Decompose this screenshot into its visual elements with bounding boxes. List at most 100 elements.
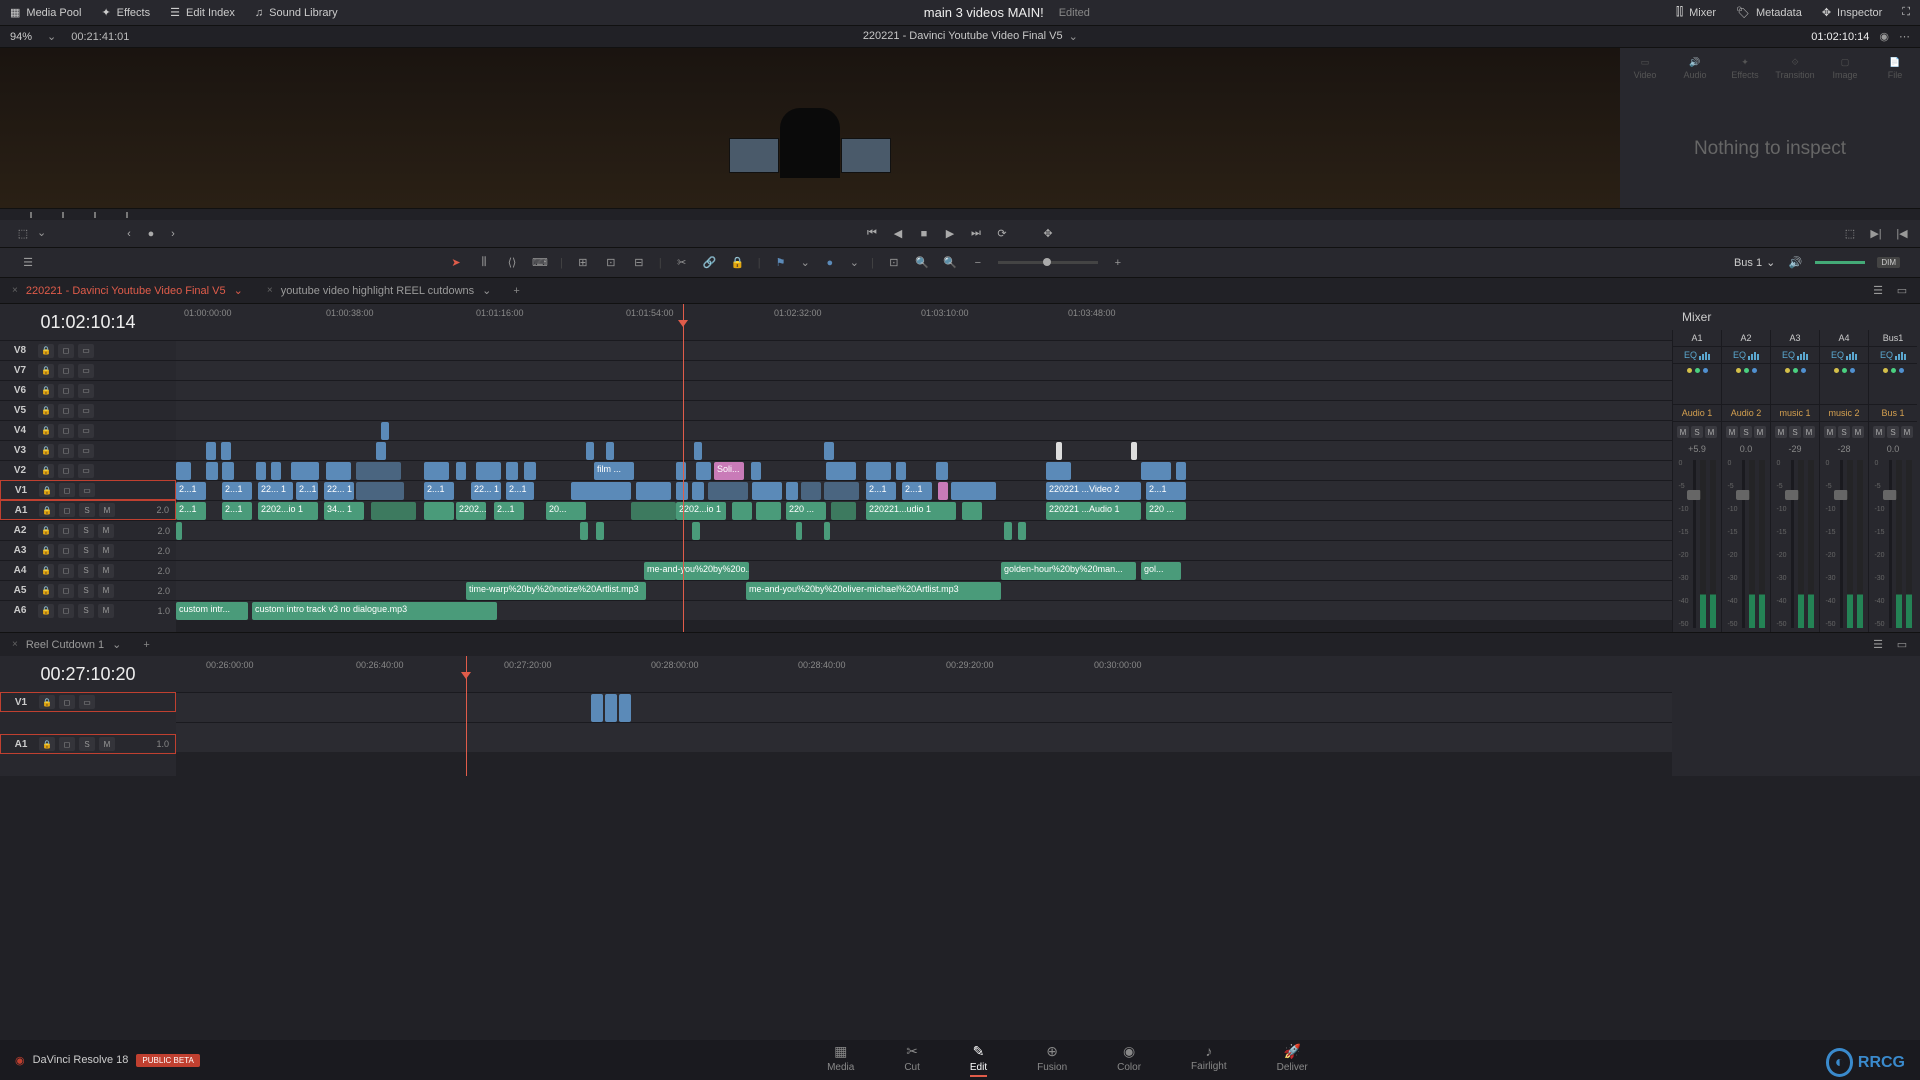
mixer-pan-area[interactable] (1879, 364, 1908, 404)
chevron-down-icon[interactable]: ⌄ (234, 284, 243, 297)
auto-select-icon[interactable]: ◻ (58, 344, 74, 358)
disable-icon[interactable]: ▭ (78, 364, 94, 378)
track-a5[interactable]: time-warp%20by%20notize%20Artlist.mp3 me… (176, 580, 1672, 600)
clip[interactable]: 2...1 (222, 502, 252, 520)
solo-button[interactable]: S (78, 584, 94, 598)
auto-select-icon[interactable]: ◻ (59, 695, 75, 709)
lower-ruler[interactable]: 00:26:00:00 00:26:40:00 00:27:20:00 00:2… (176, 656, 1672, 692)
clip[interactable] (824, 442, 834, 460)
loop-button[interactable]: ⟳ (993, 227, 1011, 241)
clip[interactable] (831, 502, 856, 520)
track-header-a6[interactable]: A6🔒◻SM1.0 (0, 600, 176, 620)
clip[interactable]: 22... 1 (471, 482, 501, 500)
clip[interactable] (1141, 462, 1171, 480)
track-v1[interactable]: 2...1 2...1 22... 1 2...1 22... 1 2...1 … (176, 480, 1672, 500)
clip[interactable] (676, 482, 688, 500)
clip[interactable] (1046, 462, 1071, 480)
mixer-pan-area[interactable] (1683, 364, 1712, 404)
clip[interactable]: 220221 ...Audio 1 (1046, 502, 1141, 520)
clip[interactable] (376, 442, 386, 460)
record-button[interactable]: M (1901, 426, 1913, 438)
inspector-tab-image[interactable]: ▢Image (1820, 48, 1870, 88)
clip[interactable]: 2...1 (866, 482, 896, 500)
mixer-strip-A1[interactable]: A1 EQ Audio 1 MSM +5.9 0-5-10-15-20-30-4… (1672, 330, 1721, 632)
track-header-a3[interactable]: A3🔒◻SM2.0 (0, 540, 176, 560)
clip[interactable]: 20... (546, 502, 586, 520)
track-a6[interactable]: custom intr... custom intro track v3 no … (176, 600, 1672, 620)
clip[interactable] (586, 442, 594, 460)
zoom-custom-icon[interactable]: 🔍 (942, 255, 958, 271)
clip[interactable] (636, 482, 671, 500)
clip[interactable] (824, 522, 830, 540)
ruler[interactable]: 01:00:00:00 01:00:38:00 01:01:16:00 01:0… (176, 304, 1672, 340)
lock-icon[interactable]: 🔒 (39, 483, 55, 497)
auto-select-icon[interactable]: ◻ (58, 564, 74, 578)
mixer-strip-A2[interactable]: A2 EQ Audio 2 MSM 0.0 0-5-10-15-20-30-40… (1721, 330, 1770, 632)
lower-tab-1[interactable]: × Reel Cutdown 1 ⌄ (0, 633, 133, 656)
mute-button[interactable]: M (98, 544, 114, 558)
replace-clip-icon[interactable]: ⊟ (631, 255, 647, 271)
mute-button[interactable]: M (98, 604, 114, 618)
track-v8[interactable] (176, 340, 1672, 360)
clip[interactable] (751, 462, 761, 480)
mute-button[interactable]: M (1873, 426, 1885, 438)
clip[interactable] (756, 502, 781, 520)
clip[interactable] (796, 522, 802, 540)
flag-icon[interactable]: ⚑ (773, 255, 789, 271)
solo-button[interactable]: S (79, 737, 95, 751)
chevron-down-icon[interactable]: ⌄ (850, 256, 859, 269)
clip[interactable]: 220 ... (1146, 502, 1186, 520)
clip[interactable]: custom intr... (176, 602, 248, 620)
dynamic-trim-tool[interactable]: ⟨⟩ (504, 255, 520, 271)
clip[interactable]: 2...1 (1146, 482, 1186, 500)
clip[interactable] (605, 694, 617, 722)
insert-clip-icon[interactable]: ⊞ (575, 255, 591, 271)
chevron-down-icon[interactable]: ⌄ (1069, 30, 1078, 43)
stacked-view-icon[interactable]: ☰ (1870, 637, 1886, 653)
razor-icon[interactable]: ✂ (674, 255, 690, 271)
clip[interactable] (206, 462, 218, 480)
clip[interactable] (221, 442, 231, 460)
lock-icon[interactable]: 🔒 (38, 444, 54, 458)
auto-select-icon[interactable]: ◻ (58, 464, 74, 478)
clip[interactable] (596, 522, 604, 540)
arrow-left-icon[interactable]: ‹ (120, 227, 138, 241)
disable-icon[interactable]: ▭ (79, 483, 95, 497)
mixer-fader[interactable]: 0-5-10-15-20-30-40-50 (1870, 456, 1915, 632)
mixer-strip-Bus1[interactable]: Bus1 EQ Bus 1 MSM 0.0 0-5-10-15-20-30-40… (1868, 330, 1917, 632)
inspector-tab-audio[interactable]: 🔊Audio (1670, 48, 1720, 88)
track-header-a4[interactable]: A4🔒◻SM2.0 (0, 560, 176, 580)
disable-icon[interactable]: ▭ (78, 444, 94, 458)
fullscreen-button[interactable]: ⛶ (1902, 6, 1910, 19)
mute-button[interactable]: M (99, 503, 115, 517)
clip[interactable] (524, 462, 536, 480)
disable-icon[interactable]: ▭ (79, 695, 95, 709)
clip[interactable] (801, 482, 821, 500)
inspector-toggle[interactable]: ✥Inspector (1822, 6, 1882, 19)
track-header-a5[interactable]: A5🔒◻SM2.0 (0, 580, 176, 600)
close-icon[interactable]: × (12, 285, 18, 296)
clip[interactable]: 2...1 (296, 482, 318, 500)
clip[interactable] (786, 482, 798, 500)
prev-frame-button[interactable]: ◀ (889, 227, 907, 241)
record-button[interactable]: M (1705, 426, 1717, 438)
clip[interactable] (291, 462, 319, 480)
clip[interactable] (476, 462, 501, 480)
lock-icon[interactable]: 🔒 (38, 404, 54, 418)
lock-icon[interactable]: 🔒 (38, 544, 54, 558)
speaker-icon[interactable]: 🔊 (1787, 255, 1803, 271)
stacked-view-icon[interactable]: ☰ (1870, 283, 1886, 299)
clip[interactable] (951, 482, 996, 500)
clip[interactable] (571, 482, 631, 500)
lower-track-header-a1[interactable]: A1🔒◻SM1.0 (0, 734, 176, 754)
next-edit-icon[interactable]: ▶| (1868, 226, 1884, 242)
zoom-fit-icon[interactable]: ⊡ (886, 255, 902, 271)
clip[interactable]: gol... (1141, 562, 1181, 580)
track-v4[interactable] (176, 420, 1672, 440)
clip[interactable] (694, 442, 702, 460)
mixer-eq-button[interactable]: EQ (1722, 347, 1770, 364)
disable-icon[interactable]: ▭ (78, 384, 94, 398)
clip[interactable] (696, 462, 711, 480)
lock-icon[interactable]: 🔒 (39, 737, 55, 751)
clip[interactable] (866, 462, 891, 480)
